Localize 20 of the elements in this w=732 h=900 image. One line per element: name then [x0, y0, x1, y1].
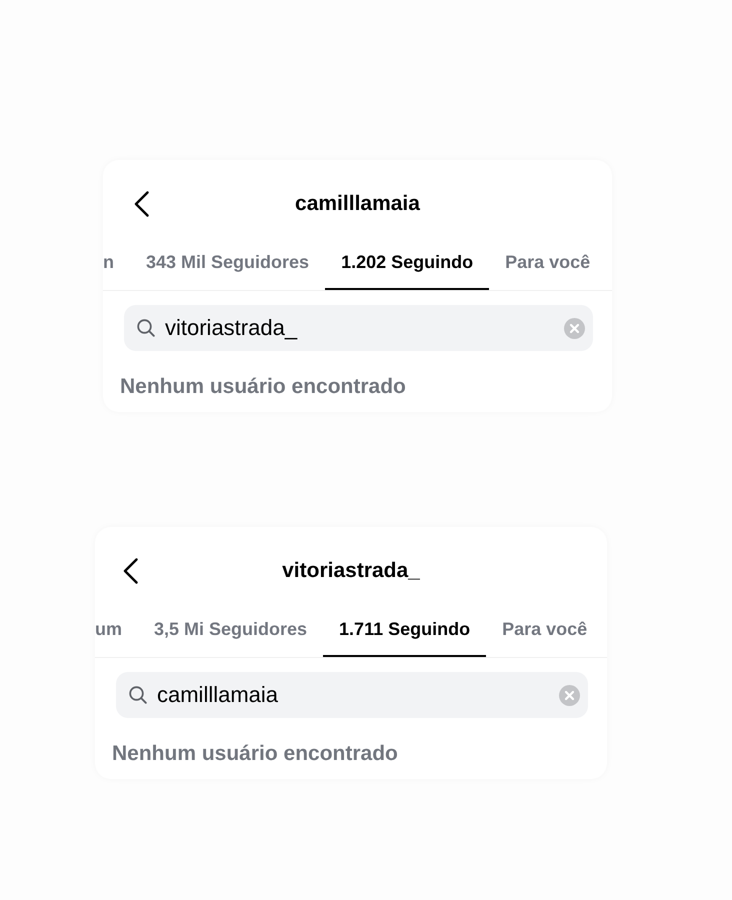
- username-title: vitoriastrada_: [282, 558, 420, 584]
- tab[interactable]: 3,5 Mi Seguidores: [138, 603, 324, 657]
- username-title: camilllamaia: [295, 191, 420, 217]
- back-button[interactable]: [134, 191, 149, 217]
- search-field[interactable]: camilllamaia: [116, 672, 588, 718]
- search-field[interactable]: vitoriastrada_: [124, 305, 593, 351]
- tab[interactable]: um: [95, 603, 138, 657]
- tab[interactable]: 1.711 Seguindo: [323, 603, 486, 657]
- search-icon: [137, 319, 155, 337]
- chevron-left-icon: [123, 558, 138, 584]
- search-icon: [129, 686, 147, 704]
- tab[interactable]: 1.202 Seguindo: [325, 236, 490, 290]
- tab[interactable]: Para você: [486, 603, 588, 657]
- back-button[interactable]: [123, 558, 138, 584]
- chevron-left-icon: [134, 191, 149, 217]
- empty-result-message: Nenhum usuário encontrado: [120, 375, 406, 399]
- tab[interactable]: 343 Mil Seguidores: [130, 236, 326, 290]
- empty-result-message: Nenhum usuário encontrado: [112, 742, 398, 766]
- tab[interactable]: n: [103, 236, 130, 290]
- tab[interactable]: Para você: [489, 236, 590, 290]
